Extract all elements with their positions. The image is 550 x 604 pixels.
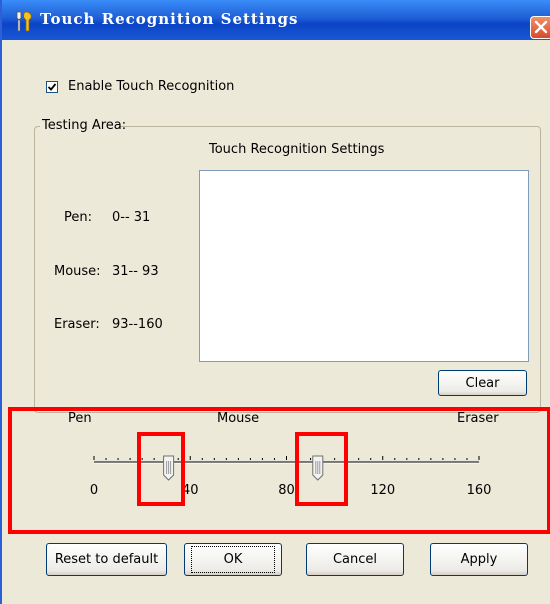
cancel-button[interactable]: Cancel: [306, 543, 404, 576]
touch-test-area[interactable]: [199, 170, 529, 362]
close-button[interactable]: [530, 16, 550, 39]
highlight-slider-region: [8, 407, 550, 534]
ok-button[interactable]: OK: [184, 543, 282, 576]
eraser-range-value: 93--160: [112, 317, 163, 332]
title-bar: Touch Recognition Settings: [2, 0, 550, 40]
mouse-range-name: Mouse:: [54, 264, 101, 279]
pen-range-name: Pen:: [64, 210, 92, 225]
close-icon: [534, 20, 548, 34]
clear-button[interactable]: Clear: [438, 370, 527, 396]
testing-area-label: Testing Area:: [42, 118, 127, 133]
reset-default-button[interactable]: Reset to default: [46, 543, 167, 576]
window-title: Touch Recognition Settings: [40, 10, 299, 28]
check-icon: [47, 83, 57, 91]
enable-touch-checkbox[interactable]: [46, 81, 58, 93]
eraser-range-name: Eraser:: [54, 317, 100, 332]
mouse-range-value: 31-- 93: [112, 264, 159, 279]
pen-range-value: 0-- 31: [112, 210, 151, 225]
apply-button[interactable]: Apply: [430, 543, 528, 576]
tools-icon: [16, 11, 32, 32]
testing-area-heading: Touch Recognition Settings: [209, 142, 385, 157]
settings-window: Touch Recognition Settings Enable Touch …: [0, 0, 550, 604]
enable-touch-label: Enable Touch Recognition: [68, 79, 235, 94]
ok-label: OK: [190, 546, 276, 573]
